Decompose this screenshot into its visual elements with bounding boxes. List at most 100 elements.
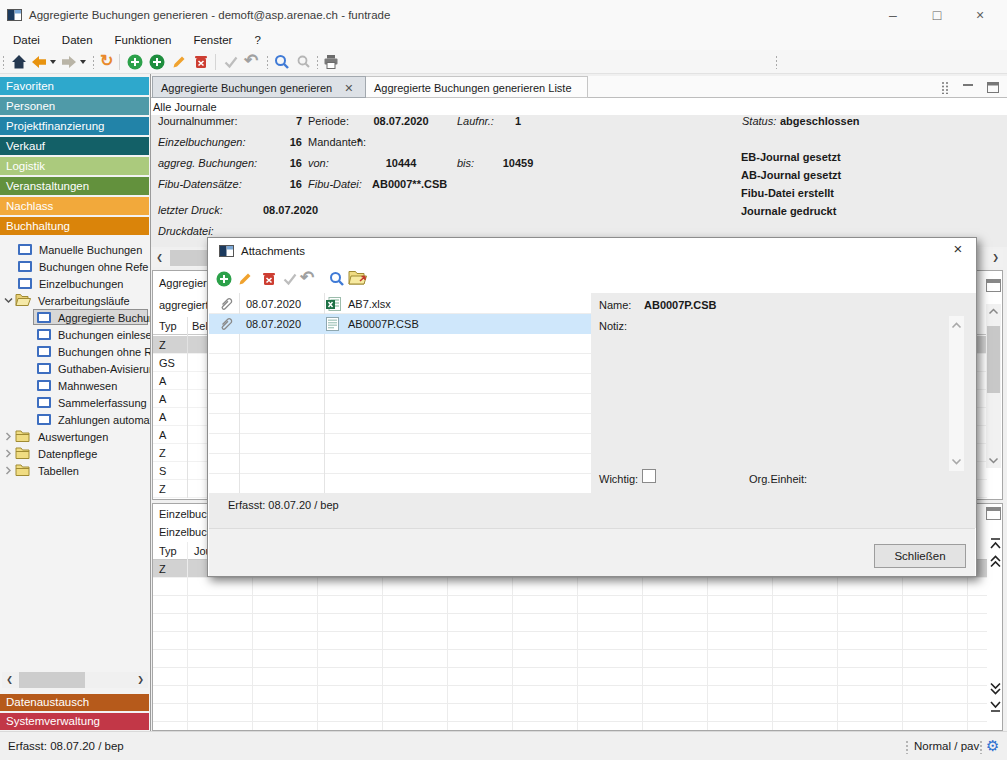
search-secondary-icon[interactable] <box>295 53 313 71</box>
name-label: Name: <box>599 299 631 311</box>
scroll-down-icon[interactable] <box>988 457 999 464</box>
sidebar-section[interactable]: Verkauf <box>0 137 149 155</box>
search-icon[interactable] <box>328 270 346 288</box>
fibu-datensaetze-value: 16 <box>230 178 302 192</box>
tree-item[interactable]: Verarbeitungsläufe <box>0 292 151 309</box>
scrollbar-thumb[interactable] <box>19 672 85 688</box>
tree-item[interactable]: Buchungen einlese <box>0 326 151 343</box>
menu-item[interactable]: ? <box>243 30 271 50</box>
attachment-row[interactable]: 08.07.2020 AB0007P.CSB <box>209 314 591 334</box>
menu-item[interactable]: Daten <box>51 30 104 50</box>
maximize-panel-icon[interactable] <box>986 507 1001 520</box>
edit-icon[interactable] <box>170 53 188 71</box>
attachment-row[interactable]: 08.07.2020 AB7.xlsx <box>209 294 591 314</box>
sidebar-section[interactable]: Personen <box>0 97 149 115</box>
tab-aggregierte-buchungen-generieren[interactable]: Aggregierte Buchungen generieren✕ <box>152 76 366 98</box>
schliessen-button[interactable]: Schließen <box>874 544 966 568</box>
scroll-right-icon[interactable]: ❯ <box>133 672 148 688</box>
forward-dropdown-icon[interactable] <box>80 60 86 64</box>
edit-icon[interactable] <box>236 270 254 288</box>
refresh-icon[interactable]: ↻ <box>100 51 118 69</box>
minimize-button[interactable]: – <box>882 4 904 26</box>
add-icon[interactable] <box>215 270 233 288</box>
search-icon[interactable] <box>273 53 291 71</box>
sidebar-section[interactable]: Veranstaltungen <box>0 177 149 195</box>
export-folder-icon[interactable] <box>348 269 368 287</box>
attachment-details <box>591 293 976 528</box>
tree-item[interactable]: Buchungen ohne Refe <box>0 258 151 275</box>
toolbar-grip[interactable] <box>92 55 95 69</box>
sidebar-section[interactable]: Projektfinanzierung <box>0 117 149 135</box>
tree-item[interactable]: Manuelle Buchungen <box>0 241 151 258</box>
chevron-right-icon[interactable] <box>5 466 12 475</box>
wichtig-checkbox[interactable] <box>642 469 656 483</box>
chevron-right-icon[interactable] <box>5 449 12 458</box>
minimize-panel-icon[interactable] <box>962 83 974 93</box>
menu-item[interactable]: Datei <box>2 30 51 50</box>
journal-flag: EB-Journal gesetzt <box>741 151 841 169</box>
maximize-panel-icon[interactable] <box>986 279 1001 292</box>
delete-icon[interactable] <box>260 270 278 288</box>
tree-item[interactable]: Sammelerfassung S <box>0 394 151 411</box>
print-icon[interactable] <box>322 53 340 71</box>
panel-vscrollbar[interactable] <box>986 304 1001 468</box>
scrollbar-thumb[interactable] <box>987 326 1000 393</box>
scroll-right-icon[interactable]: ❯ <box>988 250 1003 266</box>
menu-item[interactable]: Funktionen <box>104 30 183 50</box>
toolbar-grip[interactable] <box>2 55 5 69</box>
page-up-icon[interactable] <box>989 555 1002 568</box>
tree-item[interactable]: Guthaben-Avisierun <box>0 360 151 377</box>
scroll-left-icon[interactable]: ❮ <box>152 250 167 266</box>
page-down-icon[interactable] <box>989 682 1002 695</box>
tree-item[interactable]: Einzelbuchungen <box>0 275 151 292</box>
add-icon[interactable] <box>126 53 144 71</box>
undo-icon[interactable]: ↶ <box>300 267 318 285</box>
add-special-icon[interactable] <box>148 53 166 71</box>
tab-aggregierte-buchungen-generieren-liste[interactable]: Aggregierte Buchungen generieren Liste <box>366 76 588 98</box>
notes-scrollbar[interactable] <box>949 316 964 471</box>
sidebar-section[interactable]: Systemverwaltung <box>0 713 149 730</box>
undo-icon[interactable]: ↶ <box>244 50 262 68</box>
go-last-icon[interactable] <box>989 700 1002 713</box>
tree-item[interactable]: Aggregierte Buchun <box>0 309 151 326</box>
scroll-up-icon[interactable] <box>951 322 962 329</box>
scroll-up-icon[interactable] <box>988 308 999 315</box>
toolbar-grip[interactable] <box>316 55 319 69</box>
sidebar-hscrollbar[interactable]: ❮ ❯ <box>2 672 148 688</box>
toolbar-grip[interactable] <box>266 55 269 69</box>
delete-icon[interactable] <box>192 53 210 71</box>
menu-item[interactable]: Fenster <box>182 30 243 50</box>
tab-close-icon[interactable]: ✕ <box>344 82 353 95</box>
home-icon[interactable] <box>10 53 28 71</box>
tree-item[interactable]: Tabellen <box>0 462 151 479</box>
maximize-button[interactable]: □ <box>926 4 948 26</box>
sidebar-section[interactable]: Logistik <box>0 157 149 175</box>
go-first-icon[interactable] <box>989 537 1002 550</box>
tree-item-label: Buchungen ohne R <box>58 346 151 358</box>
scroll-down-icon[interactable] <box>951 458 962 465</box>
tree-item[interactable]: Datenpflege <box>0 445 151 462</box>
dialog-close-icon[interactable]: × <box>946 240 970 260</box>
toolbar-grip[interactable] <box>775 55 778 69</box>
tab-options-icon[interactable] <box>941 81 949 94</box>
sidebar-section[interactable]: Nachlass <box>0 197 149 215</box>
chevron-right-icon[interactable] <box>5 432 12 441</box>
chevron-down-icon[interactable] <box>4 297 13 304</box>
gear-icon[interactable]: ⚙ <box>986 737 999 755</box>
sidebar-section[interactable]: Buchhaltung <box>0 217 149 235</box>
back-dropdown-icon[interactable] <box>50 60 56 64</box>
restore-panel-icon[interactable] <box>987 82 999 93</box>
tree-item[interactable]: Zahlungen automat <box>0 411 151 428</box>
close-button[interactable]: × <box>969 4 991 26</box>
back-icon[interactable] <box>30 53 48 71</box>
confirm-icon[interactable] <box>222 53 240 71</box>
forward-icon[interactable] <box>60 53 78 71</box>
confirm-icon[interactable] <box>281 270 299 288</box>
tree-item-label: Datenpflege <box>38 448 97 460</box>
tree-item[interactable]: Buchungen ohne R <box>0 343 151 360</box>
scroll-left-icon[interactable]: ❮ <box>2 672 17 688</box>
tree-item[interactable]: Auswertungen <box>0 428 151 445</box>
tree-item[interactable]: Mahnwesen <box>0 377 151 394</box>
sidebar-section[interactable]: Favoriten <box>0 77 149 95</box>
sidebar-section[interactable]: Datenaustausch <box>0 694 149 711</box>
